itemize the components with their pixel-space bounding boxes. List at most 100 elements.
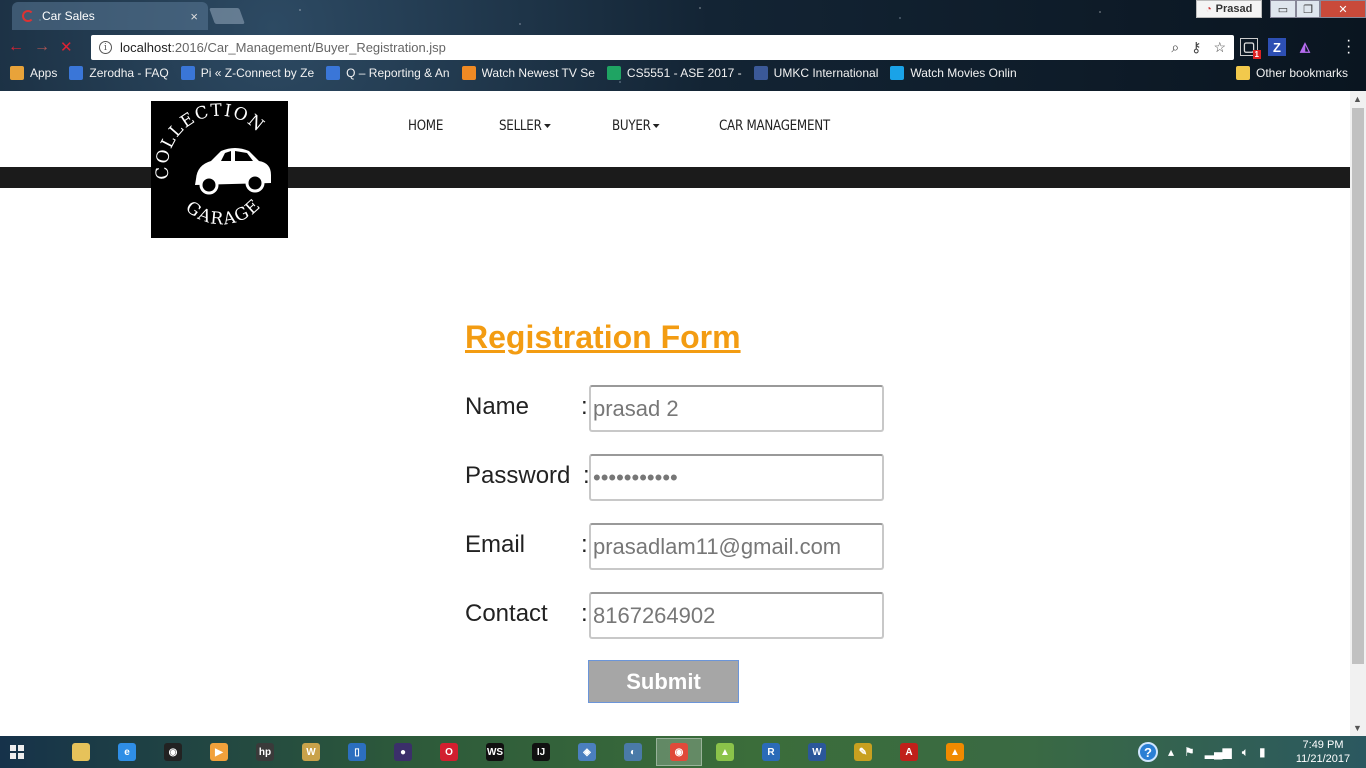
taskbar-intellij-button[interactable]: IJ <box>518 738 564 766</box>
other-bookmarks-label: Other bookmarks <box>1256 66 1349 80</box>
taskbar-camera-button[interactable]: ◉ <box>150 738 196 766</box>
scroll-up-icon[interactable]: ▲ <box>1353 94 1362 104</box>
new-tab-button[interactable] <box>209 8 245 24</box>
clock-time: 7:49 PM <box>1302 739 1344 751</box>
color-picker-extension-icon[interactable]: ◭ <box>1296 38 1314 56</box>
taskbar-opera-button[interactable]: O <box>426 738 472 766</box>
camera-icon: ◉ <box>164 743 182 761</box>
word-old-icon: W <box>302 743 320 761</box>
name-label: Name <box>465 393 530 420</box>
bookmark-item[interactable]: CS5551 - ASE 2017 - <box>606 66 742 80</box>
contact-label: Contact <box>465 600 548 627</box>
cube-icon: ◈ <box>578 743 596 761</box>
start-button[interactable] <box>0 736 34 768</box>
page-scrollbar[interactable]: ▲ ▼ <box>1350 91 1366 736</box>
nav-seller[interactable]: SELLER <box>499 118 551 134</box>
stop-loading-icon[interactable]: ✕ <box>60 38 73 56</box>
taskbar-apps: e ◉ ▶ hp W ▯ ● O WS IJ ◈ ◐ ◉ ▲ R W ✎ A ▲ <box>58 738 978 766</box>
nav-buyer[interactable]: BUYER <box>612 118 661 134</box>
taskbar-acrobat-button[interactable]: A <box>886 738 932 766</box>
taskbar-hp-button[interactable]: hp <box>242 738 288 766</box>
clock[interactable]: 7:49 PM 11/21/2017 <box>1290 738 1356 766</box>
url-path: :2016/Car_Management/Buyer_Registration.… <box>171 40 446 55</box>
close-window-button[interactable]: ✕ <box>1320 0 1366 18</box>
nav-buyer-label: BUYER <box>612 118 651 134</box>
taskbar-android-button[interactable]: ▲ <box>702 738 748 766</box>
omnibox-actions: ⌕ ⚷ ☆ <box>1171 39 1226 56</box>
logo-bottom-text: GARAGE <box>182 195 264 230</box>
contact-input[interactable]: 8167264902 <box>589 592 884 639</box>
bookmark-label: CS5551 - ASE 2017 - <box>626 66 742 80</box>
bookmark-favicon-icon <box>69 66 84 80</box>
mysql-icon: ◐ <box>624 743 642 761</box>
eclipse-icon: ● <box>394 743 412 761</box>
tab-loading-icon <box>22 10 34 22</box>
key-icon[interactable]: ⚷ <box>1191 39 1201 56</box>
extensions-area: ▢ 1 Z ◭ <box>1240 38 1314 59</box>
browser-chrome: Car Sales × ◔ Prasad ▭ ❐ ✕ ← → ✕ i local… <box>0 0 1366 91</box>
signal-icon[interactable]: ▂▄▆ <box>1205 745 1232 759</box>
bookmark-item[interactable]: Watch Newest TV Se <box>461 66 595 80</box>
bookmark-favicon-icon <box>326 66 341 80</box>
taskbar-mysql-button[interactable]: ◐ <box>610 738 656 766</box>
taskbar-webstorm-button[interactable]: WS <box>472 738 518 766</box>
site-info-icon[interactable]: i <box>99 41 112 54</box>
maximize-button[interactable]: ❐ <box>1296 0 1320 18</box>
minimize-button[interactable]: ▭ <box>1270 0 1296 18</box>
help-icon[interactable]: ? <box>1138 742 1158 762</box>
bookmark-item[interactable]: Q – Reporting & An <box>326 66 450 80</box>
taskbar-chrome-button[interactable]: ◉ <box>656 738 702 766</box>
opera-icon: O <box>440 743 458 761</box>
password-input[interactable]: ••••••••••• <box>589 454 884 501</box>
scroll-thumb[interactable] <box>1352 108 1364 664</box>
chrome-menu-icon[interactable]: · · · <box>1346 33 1351 61</box>
email-label: Email <box>465 531 526 558</box>
address-bar[interactable]: i localhost :2016/Car_Management/Buyer_R… <box>91 35 1234 60</box>
taskbar-tool-button[interactable]: ✎ <box>840 738 886 766</box>
flag-icon[interactable]: ⚑ <box>1184 745 1195 759</box>
other-bookmarks[interactable]: Other bookmarks <box>1236 66 1348 80</box>
email-input[interactable]: prasadlam11@gmail.com <box>589 523 884 570</box>
form-title: Registration Form <box>465 319 741 355</box>
bookmark-item[interactable]: Pi « Z-Connect by Ze <box>180 66 314 80</box>
bookmark-item[interactable]: Zerodha - FAQ <box>69 66 169 80</box>
taskbar-file-explorer-button[interactable] <box>58 738 104 766</box>
taskbar-word-old-button[interactable]: W <box>288 738 334 766</box>
profile-button[interactable]: ◔ Prasad <box>1196 0 1262 18</box>
bookmark-item[interactable]: Watch Movies Onlin <box>890 66 1017 80</box>
star-icon[interactable]: ☆ <box>1213 39 1226 56</box>
show-hidden-icons-icon[interactable]: ▴ <box>1168 745 1174 759</box>
bookmark-label: UMKC International <box>773 66 879 80</box>
tab-title: Car Sales <box>42 9 95 23</box>
back-arrow-icon[interactable]: ← <box>8 38 24 56</box>
taskbar-cube-button[interactable]: ◈ <box>564 738 610 766</box>
nav-car-management[interactable]: CAR MANAGEMENT <box>719 118 830 134</box>
taskbar-internet-explorer-button[interactable]: e <box>104 738 150 766</box>
zoom-icon[interactable]: ⌕ <box>1171 39 1179 56</box>
internet-explorer-icon: e <box>118 743 136 761</box>
volume-icon[interactable]: 🔈︎ <box>1242 745 1249 760</box>
browser-tab[interactable]: Car Sales × <box>12 2 208 30</box>
contact-colon: : <box>581 600 588 627</box>
bookmark-item[interactable]: Apps <box>10 66 57 80</box>
taskbar-word-button[interactable]: W <box>794 738 840 766</box>
forward-arrow-icon[interactable]: → <box>34 38 50 56</box>
name-input[interactable]: prasad 2 <box>589 385 884 432</box>
taskbar-pane-button[interactable]: ▯ <box>334 738 380 766</box>
nav-home[interactable]: HOME <box>408 118 443 134</box>
taskbar-r-studio-button[interactable]: R <box>748 738 794 766</box>
bookmark-item[interactable]: UMKC International <box>753 66 879 80</box>
submit-button[interactable]: Submit <box>588 660 739 703</box>
name-colon: : <box>581 393 588 420</box>
taskbar-vlc-button[interactable]: ▲ <box>932 738 978 766</box>
scroll-down-icon[interactable]: ▼ <box>1353 723 1362 733</box>
zotero-extension-icon[interactable]: Z <box>1268 38 1286 56</box>
battery-icon[interactable]: ▮ <box>1259 745 1266 759</box>
extension-icon[interactable]: ▢ 1 <box>1240 38 1261 59</box>
system-tray: ? ▴ ⚑ ▂▄▆ 🔈︎ ▮ <box>1138 736 1266 768</box>
taskbar-media-player-button[interactable]: ▶ <box>196 738 242 766</box>
site-logo[interactable]: COLLECTION GARAGE <box>151 101 288 238</box>
tab-close-icon[interactable]: × <box>190 9 198 24</box>
taskbar-eclipse-button[interactable]: ● <box>380 738 426 766</box>
bookmark-favicon-icon <box>461 66 476 80</box>
